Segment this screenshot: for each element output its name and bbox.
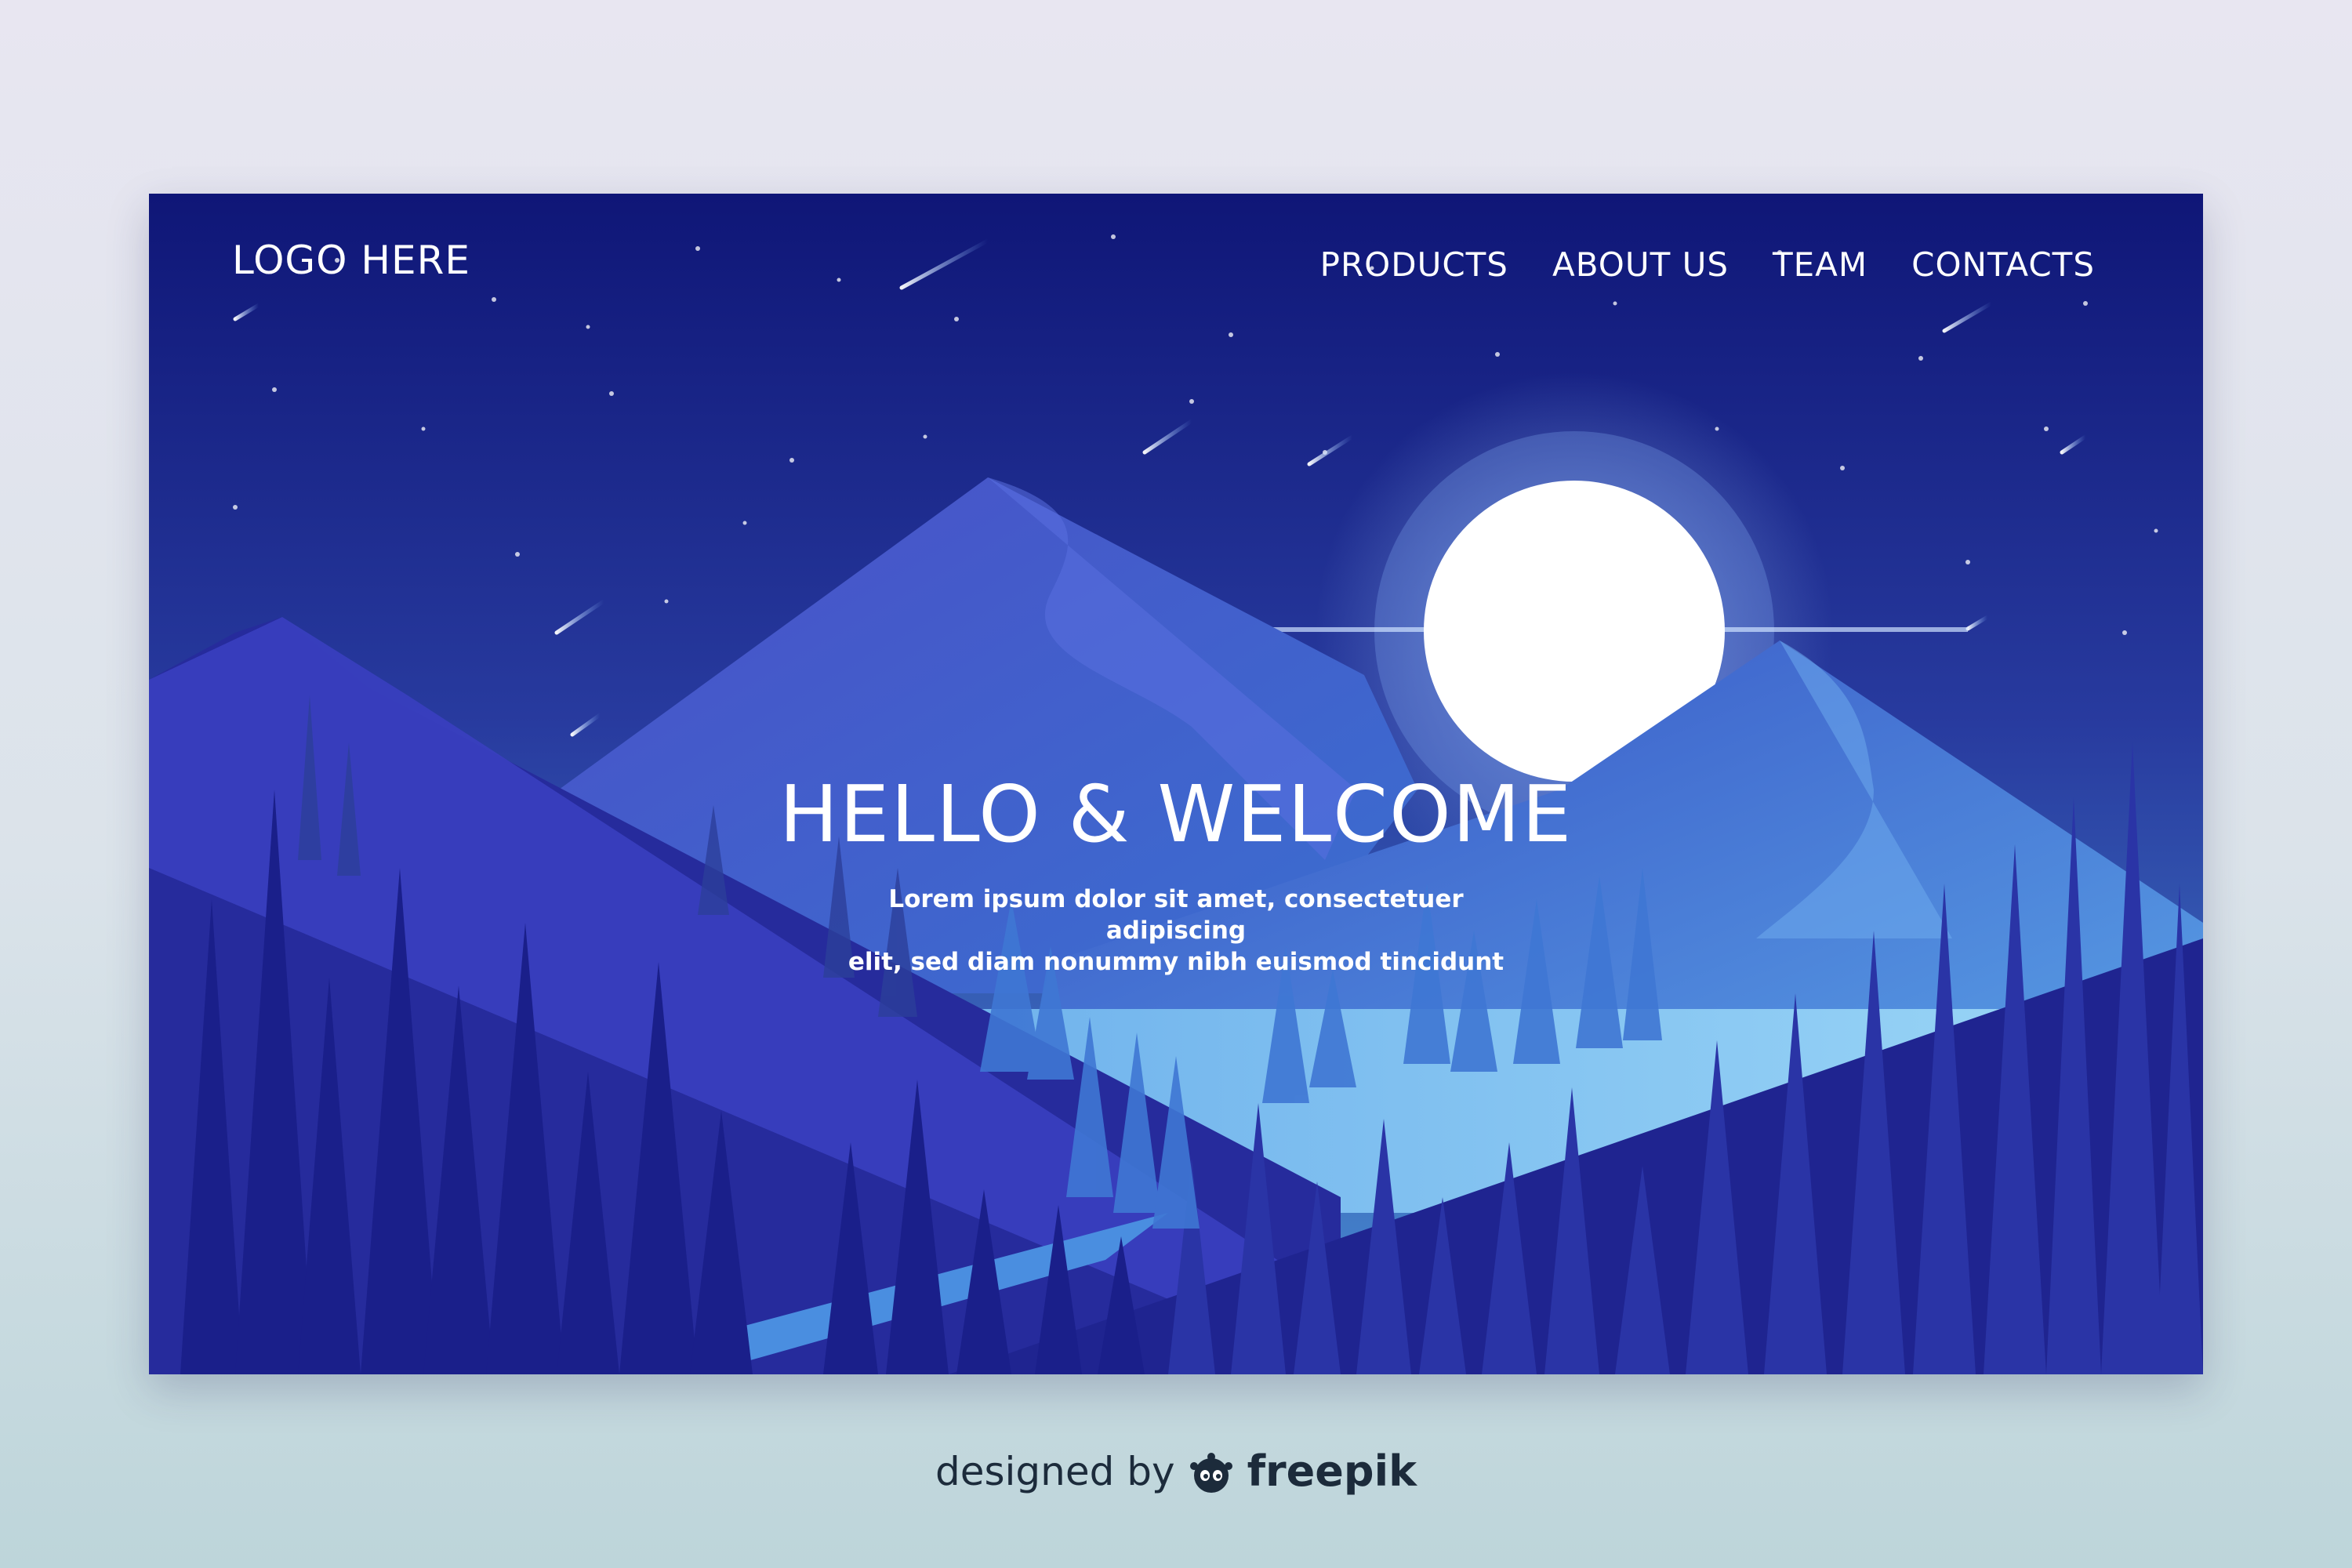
hero-section: HELLO & WELCOME Lorem ipsum dolor sit am… <box>149 775 2203 978</box>
hero-subtitle: Lorem ipsum dolor sit amet, consectetuer… <box>823 884 1529 978</box>
landing-page-frame: LOGO HERE PRODUCTS ABOUT US TEAM CONTACT… <box>149 194 2203 1374</box>
freepik-logo-icon <box>1186 1449 1236 1494</box>
credit-brand[interactable]: freepik <box>1247 1446 1417 1496</box>
nav-contacts[interactable]: CONTACTS <box>1911 245 2095 284</box>
hero-subtitle-line-1: Lorem ipsum dolor sit amet, consectetuer… <box>888 885 1464 945</box>
main-nav: PRODUCTS ABOUT US TEAM CONTACTS <box>1320 245 2095 284</box>
nav-about-us[interactable]: ABOUT US <box>1552 245 1729 284</box>
designer-credit: designed by freepik <box>0 1446 2352 1496</box>
logo-text[interactable]: LOGO HERE <box>232 238 470 283</box>
hero-title: HELLO & WELCOME <box>779 768 1573 860</box>
hero-subtitle-line-2: elit, sed diam nonummy nibh euismod tinc… <box>848 948 1504 976</box>
nav-products[interactable]: PRODUCTS <box>1320 245 1508 284</box>
nav-team[interactable]: TEAM <box>1773 245 1867 284</box>
credit-prefix: designed by <box>935 1448 1175 1494</box>
